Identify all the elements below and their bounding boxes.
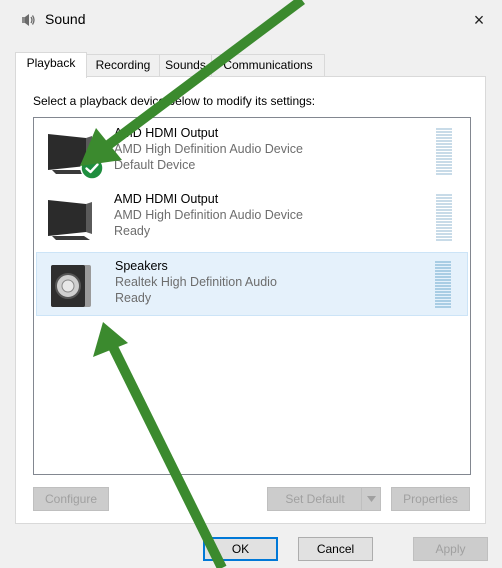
device-status: Ready (114, 224, 151, 238)
set-default-button[interactable]: Set Default (267, 487, 381, 511)
properties-button[interactable]: Properties (391, 487, 470, 511)
device-description: AMD High Definition Audio Device (114, 208, 303, 222)
volume-level-meter (436, 194, 452, 242)
default-check-icon (80, 156, 104, 180)
tab-communications[interactable]: Communications (211, 54, 325, 76)
tab-recording[interactable]: Recording (86, 54, 160, 76)
playback-panel: Select a playback device below to modify… (15, 76, 486, 524)
device-list[interactable]: AMD HDMI Output AMD High Definition Audi… (33, 117, 471, 475)
device-name: AMD HDMI Output (114, 126, 219, 140)
volume-level-meter (436, 128, 452, 176)
configure-button[interactable]: Configure (33, 487, 109, 511)
speaker-app-icon (22, 12, 36, 28)
title-bar: Sound × (0, 0, 502, 40)
device-description: Realtek High Definition Audio (115, 275, 277, 289)
device-name: AMD HDMI Output (114, 192, 219, 206)
monitor-icon (46, 196, 96, 242)
window-title: Sound (45, 11, 86, 27)
volume-level-meter (435, 261, 451, 309)
tab-playback[interactable]: Playback (15, 52, 87, 78)
device-status: Ready (115, 291, 152, 305)
tab-sounds[interactable]: Sounds (159, 54, 212, 76)
apply-button[interactable]: Apply (413, 537, 488, 561)
device-name: Speakers (115, 259, 168, 273)
cancel-button[interactable]: Cancel (298, 537, 373, 561)
speaker-icon (47, 261, 97, 307)
device-item-hdmi-1[interactable]: AMD HDMI Output AMD High Definition Audi… (36, 120, 468, 184)
device-item-speakers[interactable]: Speakers Realtek High Definition Audio R… (36, 252, 468, 316)
ok-button[interactable]: OK (203, 537, 278, 561)
device-item-hdmi-2[interactable]: AMD HDMI Output AMD High Definition Audi… (36, 186, 468, 250)
instruction-text: Select a playback device below to modify… (33, 94, 316, 108)
close-button[interactable]: × (456, 0, 502, 40)
chevron-down-icon[interactable] (361, 488, 380, 510)
device-description: AMD High Definition Audio Device (114, 142, 303, 156)
set-default-label[interactable]: Set Default (285, 492, 344, 506)
device-status: Default Device (114, 158, 196, 172)
close-icon[interactable]: × (474, 10, 485, 31)
